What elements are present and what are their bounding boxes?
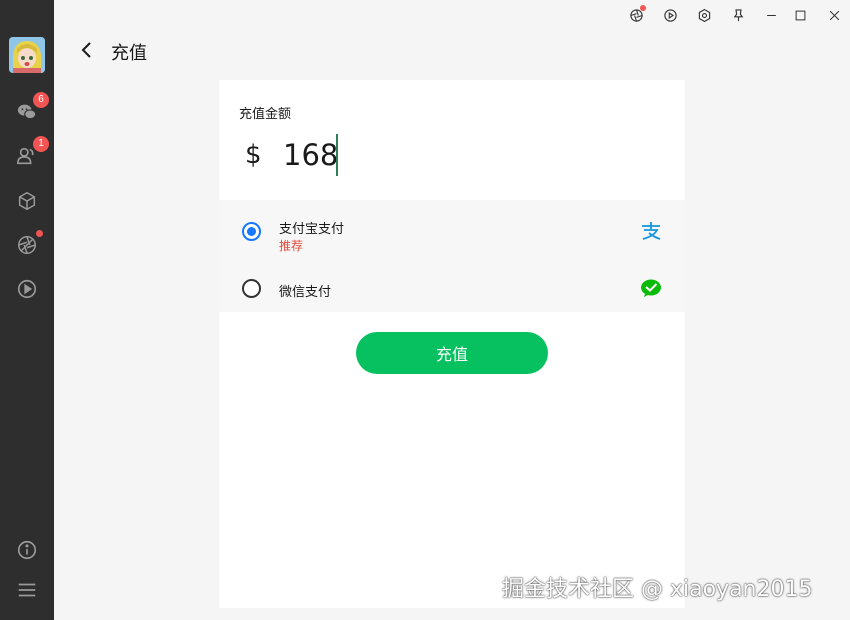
avatar[interactable]	[9, 37, 45, 73]
close-button[interactable]	[824, 5, 844, 25]
payment-method-wechat[interactable]: 微信支付	[219, 260, 685, 316]
maximize-icon	[795, 10, 805, 20]
alipay-icon	[639, 219, 663, 243]
avatar-image	[9, 37, 45, 73]
sidebar-item-moments[interactable]	[13, 230, 43, 259]
pin-icon	[733, 8, 743, 21]
alipay-logo	[642, 222, 661, 240]
moments-shortcut-button[interactable]	[626, 5, 646, 25]
settings-icon	[698, 8, 710, 22]
chevron-left-icon	[81, 42, 91, 58]
sidebar-item-contacts[interactable]: 1	[13, 136, 49, 170]
recharge-submit-button[interactable]: 充值	[356, 332, 548, 374]
sidebar-item-chats[interactable]: 6	[13, 92, 49, 126]
sidebar-item-about[interactable]	[13, 536, 41, 564]
text-cursor	[336, 134, 338, 176]
sidebar: 6 1	[0, 0, 54, 620]
play-icon	[663, 8, 677, 22]
settings-button[interactable]	[694, 5, 714, 25]
amount-input[interactable]	[283, 134, 583, 176]
pin-button[interactable]	[728, 5, 748, 25]
unread-badge: 6	[33, 92, 49, 108]
play-circle-icon	[17, 279, 37, 299]
aperture-icon	[18, 236, 36, 254]
minimize-button[interactable]	[761, 5, 781, 25]
method-name: 微信支付	[279, 285, 332, 300]
payment-methods: 支付宝支付 推荐 微信支付	[219, 200, 685, 312]
page-title: 充值	[111, 43, 147, 64]
contacts-badge: 1	[33, 136, 49, 152]
wechat-radio[interactable]	[242, 279, 261, 298]
title-bar	[54, 0, 850, 30]
notification-dot	[36, 230, 43, 237]
wechat-pay-icon	[639, 276, 663, 300]
alipay-radio[interactable]	[242, 222, 261, 241]
minimize-icon	[766, 14, 776, 16]
maximize-button[interactable]	[790, 5, 810, 25]
watermark: 掘金技术社区 @ xiaoyan2015	[502, 577, 813, 602]
close-icon	[829, 10, 839, 20]
back-button[interactable]	[76, 38, 98, 62]
recommended-tag: 推荐	[279, 239, 304, 253]
currency-symbol: $	[245, 140, 262, 170]
recharge-card: 充值金额 $ 支付宝支付 推荐 微信支付 充	[219, 80, 685, 608]
sidebar-item-channels[interactable]	[13, 275, 41, 303]
wechat-pay-logo	[641, 279, 661, 297]
notification-dot	[640, 5, 646, 11]
play-button[interactable]	[660, 5, 680, 25]
payment-method-alipay[interactable]: 支付宝支付 推荐	[219, 200, 685, 256]
sidebar-item-menu[interactable]	[13, 576, 41, 604]
sidebar-item-collections[interactable]	[13, 187, 41, 215]
menu-icon	[18, 583, 36, 597]
info-icon	[17, 540, 37, 560]
amount-label: 充值金额	[239, 107, 292, 122]
method-name: 支付宝支付	[279, 222, 345, 237]
cube-icon	[18, 191, 36, 211]
